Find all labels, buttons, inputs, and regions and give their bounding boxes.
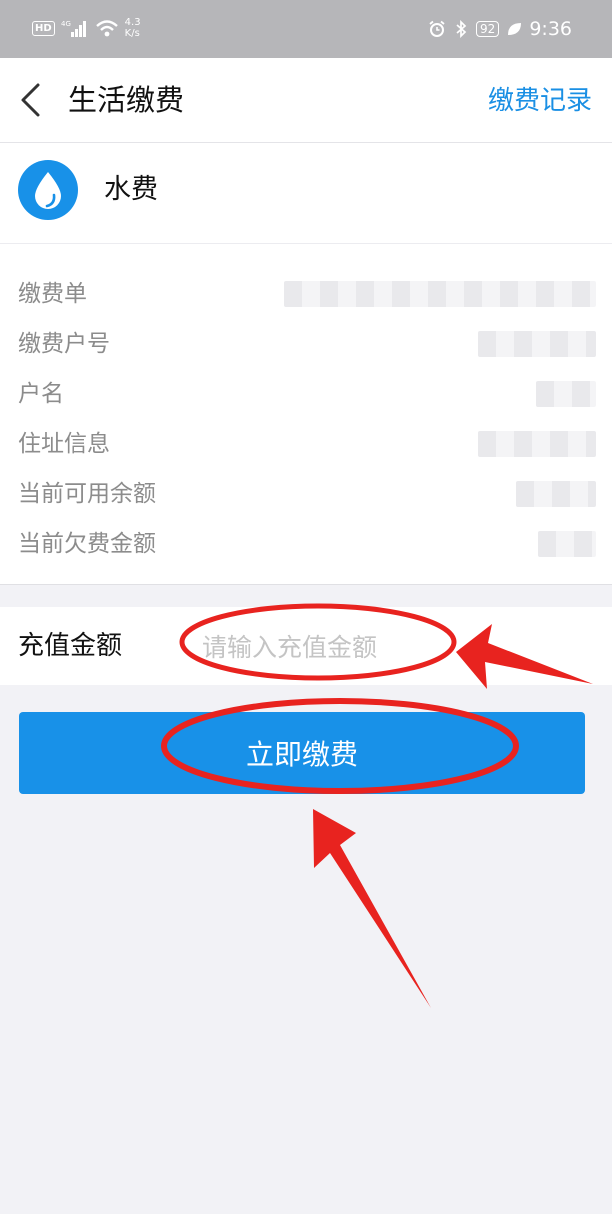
redacted-value (284, 281, 596, 307)
cellular-signal-icon: 4G (61, 20, 86, 37)
payment-records-link[interactable]: 缴费记录 (488, 84, 592, 118)
info-row-account-name: 户名 (0, 369, 612, 419)
pay-now-button[interactable]: 立即缴费 (19, 712, 585, 794)
redacted-value (478, 431, 596, 457)
service-header: 水费 (0, 143, 612, 243)
leaf-icon (508, 23, 522, 35)
redacted-value (538, 531, 596, 557)
info-label: 住址信息 (18, 431, 110, 457)
page-title: 生活缴费 (68, 83, 185, 117)
info-row-account-number: 缴费户号 (0, 319, 612, 369)
speed-value: 4.3 (124, 17, 141, 28)
bill-info-list: 缴费单 缴费户号 户名 住址信息 当前可用余额 当前欠费金额 (0, 243, 612, 585)
network-speed: 4.3 K/s (125, 17, 141, 39)
status-bar: HD 4G 4.3 K/s 92 9:36 (0, 0, 612, 58)
redacted-value (536, 381, 596, 407)
back-arrow-icon[interactable] (18, 82, 42, 118)
network-type: 4G (61, 20, 71, 28)
hd-badge: HD (32, 20, 55, 36)
battery-icon: 92 (476, 21, 500, 37)
info-row-billing-unit: 缴费单 (0, 269, 612, 319)
redacted-value (478, 331, 596, 357)
info-row-address: 住址信息 (0, 419, 612, 469)
bluetooth-icon (456, 20, 467, 38)
info-label: 缴费户号 (18, 331, 110, 357)
info-label: 户名 (18, 381, 64, 407)
service-name: 水费 (104, 174, 158, 205)
status-time: 9:36 (529, 18, 572, 40)
info-row-arrears: 当前欠费金额 (0, 519, 612, 569)
wifi-icon (95, 20, 118, 37)
water-drop-icon (18, 160, 78, 220)
annotation-arrow-pay (313, 809, 431, 1008)
speed-unit: K/s (124, 28, 140, 39)
nav-bar: 生活缴费 缴费记录 (0, 58, 612, 143)
recharge-amount-label: 充值金额 (18, 631, 123, 661)
recharge-amount-row: 充值金额 (0, 607, 612, 685)
info-row-available-balance: 当前可用余额 (0, 469, 612, 519)
info-label: 当前欠费金额 (18, 531, 156, 557)
redacted-value (516, 481, 596, 507)
alarm-icon (429, 20, 445, 37)
info-label: 缴费单 (18, 281, 87, 307)
info-label: 当前可用余额 (18, 481, 156, 507)
recharge-amount-input[interactable] (200, 627, 504, 667)
